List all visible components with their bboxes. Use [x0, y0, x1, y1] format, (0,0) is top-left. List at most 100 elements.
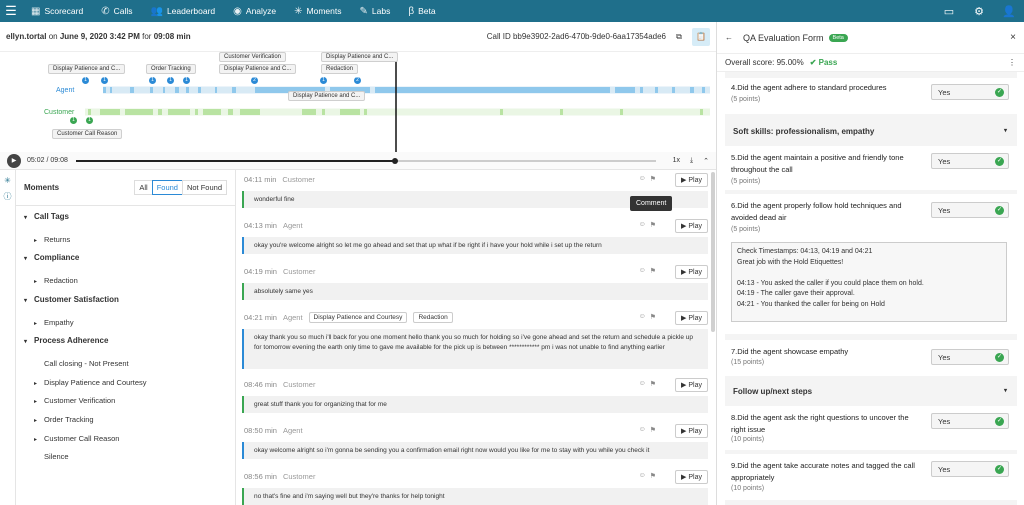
- flag-icon[interactable]: ⚑: [650, 267, 656, 275]
- moment-customer-verification[interactable]: ▸ Customer Verification: [34, 396, 115, 405]
- transcript-scrollbar[interactable]: [711, 172, 715, 332]
- nav-leaderboard[interactable]: 👥 Leaderboard: [142, 0, 225, 22]
- filter-found[interactable]: Found: [151, 180, 183, 195]
- play-button[interactable]: ▶: [7, 153, 21, 168]
- smile-icon[interactable]: ☺: [639, 175, 646, 183]
- play-segment-button[interactable]: ▶ Play: [675, 470, 708, 484]
- play-segment-button[interactable]: ▶ Play: [675, 378, 708, 392]
- smile-icon[interactable]: ☺: [639, 380, 646, 388]
- play-segment-button[interactable]: ▶ Play: [675, 311, 708, 325]
- check-icon: ✓: [995, 417, 1004, 426]
- speed-control[interactable]: 1x: [673, 157, 680, 165]
- moment-silence[interactable]: Silence: [44, 452, 69, 461]
- section-soft-skills[interactable]: Soft skills: professionalism, empathy ▾: [725, 118, 1017, 144]
- transcript-text: great stuff thank you for organizing tha…: [242, 396, 708, 413]
- agent-moment-dot[interactable]: 1: [183, 77, 190, 84]
- collapse-icon[interactable]: ⌃: [703, 157, 709, 165]
- category-customer-satisfaction[interactable]: ▾ Customer Satisfaction: [24, 295, 119, 304]
- flag-icon[interactable]: ⚑: [650, 426, 656, 434]
- moment-returns[interactable]: ▸ Returns: [34, 235, 70, 244]
- smile-icon[interactable]: ☺: [639, 267, 646, 275]
- answer-select[interactable]: Yes ✓: [931, 202, 1009, 218]
- back-arrow-icon[interactable]: ←: [725, 33, 733, 42]
- moment-call-closing[interactable]: Call closing - Not Present: [44, 359, 129, 368]
- timeline-tag[interactable]: Display Patience and C...: [321, 52, 399, 62]
- agent-moment-dot[interactable]: 1: [167, 77, 174, 84]
- flag-icon[interactable]: ⚑: [650, 380, 656, 388]
- agent-moment-dot[interactable]: 1: [149, 77, 156, 84]
- flag-icon[interactable]: ⚑: [650, 313, 656, 321]
- agent-moment-dot[interactable]: 2: [251, 77, 258, 84]
- copy-icon[interactable]: ⧉: [671, 29, 687, 45]
- smile-icon[interactable]: ☺: [639, 313, 646, 321]
- timeline-tag[interactable]: Redaction: [321, 64, 359, 74]
- moment-tag[interactable]: Display Patience and Courtesy: [308, 312, 408, 323]
- nav-scorecard[interactable]: ▦ Scorecard: [22, 0, 92, 22]
- moment-empathy[interactable]: ▸ Empathy: [34, 318, 74, 327]
- beta-icon: β: [408, 5, 415, 17]
- call-info: ellyn.tortal on June 9, 2020 3:42 PM for…: [6, 32, 191, 41]
- play-segment-button[interactable]: ▶ Play: [675, 173, 708, 187]
- moment-customer-call-reason[interactable]: ▸ Customer Call Reason: [34, 434, 119, 443]
- timeline-tag[interactable]: Display Patience and C...: [48, 64, 126, 74]
- moment-tag[interactable]: Redaction: [413, 312, 453, 323]
- answer-select[interactable]: Yes ✓: [931, 349, 1009, 365]
- agent-moment-dot[interactable]: 1: [320, 77, 327, 84]
- timeline-tag[interactable]: Display Patience and C...: [288, 91, 366, 101]
- nav-labs[interactable]: ✎ Labs: [351, 0, 400, 22]
- category-compliance[interactable]: ▾ Compliance: [24, 253, 79, 262]
- moment-display-patience[interactable]: ▸ Display Patience and Courtesy: [34, 378, 147, 387]
- flag-icon[interactable]: ⚑: [650, 221, 656, 229]
- nav-calls[interactable]: ✆ Calls: [92, 0, 141, 22]
- answer-select[interactable]: Yes ✓: [931, 461, 1009, 477]
- filter-all[interactable]: All: [134, 180, 153, 195]
- timeline-tag[interactable]: Order Tracking: [146, 64, 196, 74]
- moment-redaction[interactable]: ▸ Redaction: [34, 276, 78, 285]
- filter-not-found[interactable]: Not Found: [181, 180, 227, 195]
- nav-beta[interactable]: β Beta: [399, 0, 444, 22]
- clipboard-icon[interactable]: 📋: [692, 27, 710, 46]
- answer-select[interactable]: Yes ✓: [931, 153, 1009, 169]
- gear-icon[interactable]: ⚙: [964, 5, 994, 18]
- nav-analyze[interactable]: ◉ Analyze: [224, 0, 285, 22]
- caret-down-icon: ▾: [24, 298, 28, 304]
- download-icon[interactable]: ⤓: [690, 157, 693, 165]
- timeline-tag[interactable]: Customer Call Reason: [52, 129, 123, 139]
- agent-moment-dot[interactable]: 1: [82, 77, 89, 84]
- user-icon[interactable]: 👤: [994, 5, 1024, 18]
- section-follow-up[interactable]: Follow up/next steps ▾: [725, 378, 1017, 404]
- smile-icon[interactable]: ☺: [639, 426, 646, 434]
- close-icon[interactable]: ×: [1010, 32, 1016, 43]
- moments-rail-icon[interactable]: ✳: [0, 176, 15, 185]
- monitor-icon[interactable]: ▭: [934, 5, 964, 18]
- comment-box[interactable]: Check Timestamps: 04:13, 04:19 and 04:21…: [731, 242, 1007, 322]
- answer-select[interactable]: Yes ✓: [931, 84, 1009, 100]
- logo-icon[interactable]: ☰: [0, 0, 22, 22]
- transcript-meta: 04:19 min Customer: [244, 267, 316, 276]
- progress-bar[interactable]: [75, 157, 656, 164]
- play-segment-button[interactable]: ▶ Play: [675, 265, 708, 279]
- customer-moment-dot[interactable]: 1: [86, 117, 93, 124]
- agent-moment-dot[interactable]: 1: [101, 77, 108, 84]
- overall-score: Overall score: 95.00% ✔ Pass ⋮: [717, 54, 1024, 72]
- play-segment-button[interactable]: ▶ Play: [675, 424, 708, 438]
- flag-icon[interactable]: ⚑: [650, 472, 656, 480]
- category-call-tags[interactable]: ▾ Call Tags: [24, 212, 69, 221]
- category-process-adherence[interactable]: ▾ Process Adherence: [24, 336, 108, 345]
- progress-knob[interactable]: [391, 157, 398, 164]
- play-segment-button[interactable]: ▶ Play: [675, 219, 708, 233]
- kebab-icon[interactable]: ⋮: [1008, 58, 1016, 67]
- timeline-tag[interactable]: Customer Verification: [219, 52, 287, 62]
- timeline-tag[interactable]: Display Patience and C...: [219, 64, 297, 74]
- smile-icon[interactable]: ☺: [639, 221, 646, 229]
- moment-order-tracking[interactable]: ▸ Order Tracking: [34, 415, 94, 424]
- agent-moment-dot[interactable]: 2: [354, 77, 361, 84]
- customer-moment-dot[interactable]: 1: [70, 117, 77, 124]
- caret-down-icon: ▾: [24, 256, 28, 262]
- answer-select[interactable]: Yes ✓: [931, 413, 1009, 429]
- info-icon[interactable]: ⓘ: [0, 191, 15, 202]
- smile-icon[interactable]: ☺: [639, 472, 646, 480]
- transcript-meta: 04:21 min Agent Display Patience and Court…: [244, 312, 453, 323]
- nav-moments[interactable]: ✳ Moments: [285, 0, 350, 22]
- flag-icon[interactable]: ⚑: [650, 175, 656, 183]
